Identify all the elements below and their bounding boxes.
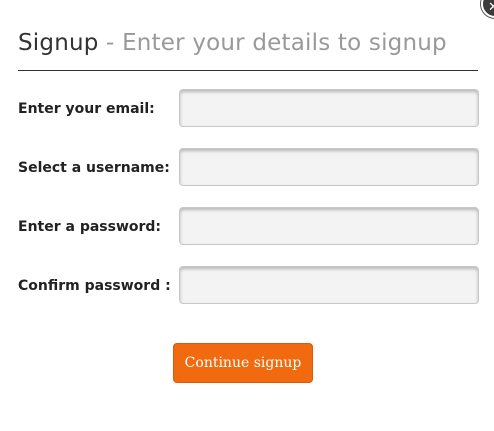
email-row: Enter your email: (18, 89, 481, 129)
signup-dialog: ✕ Signup - Enter your details to signup … (0, 0, 494, 431)
title-separator: - (98, 30, 123, 56)
title-subtitle: Enter your details to signup (122, 30, 447, 56)
continue-signup-button[interactable]: Continue signup (173, 343, 313, 383)
username-row: Select a username: (18, 148, 481, 188)
close-icon: ✕ (488, 0, 494, 15)
title-divider (18, 70, 478, 71)
title-main: Signup (18, 30, 99, 56)
username-input[interactable] (179, 148, 479, 186)
password-label: Enter a password: (18, 219, 162, 235)
confirm-password-row: Confirm password : (18, 266, 481, 306)
dialog-title: Signup - Enter your details to signup (18, 30, 447, 56)
password-input[interactable] (179, 207, 479, 245)
username-label: Select a username: (18, 160, 170, 176)
email-input[interactable] (179, 89, 479, 127)
email-label: Enter your email: (18, 101, 155, 117)
confirm-password-label: Confirm password : (18, 278, 171, 294)
confirm-password-input[interactable] (179, 266, 479, 304)
password-row: Enter a password: (18, 207, 481, 247)
close-button[interactable]: ✕ (481, 0, 494, 18)
